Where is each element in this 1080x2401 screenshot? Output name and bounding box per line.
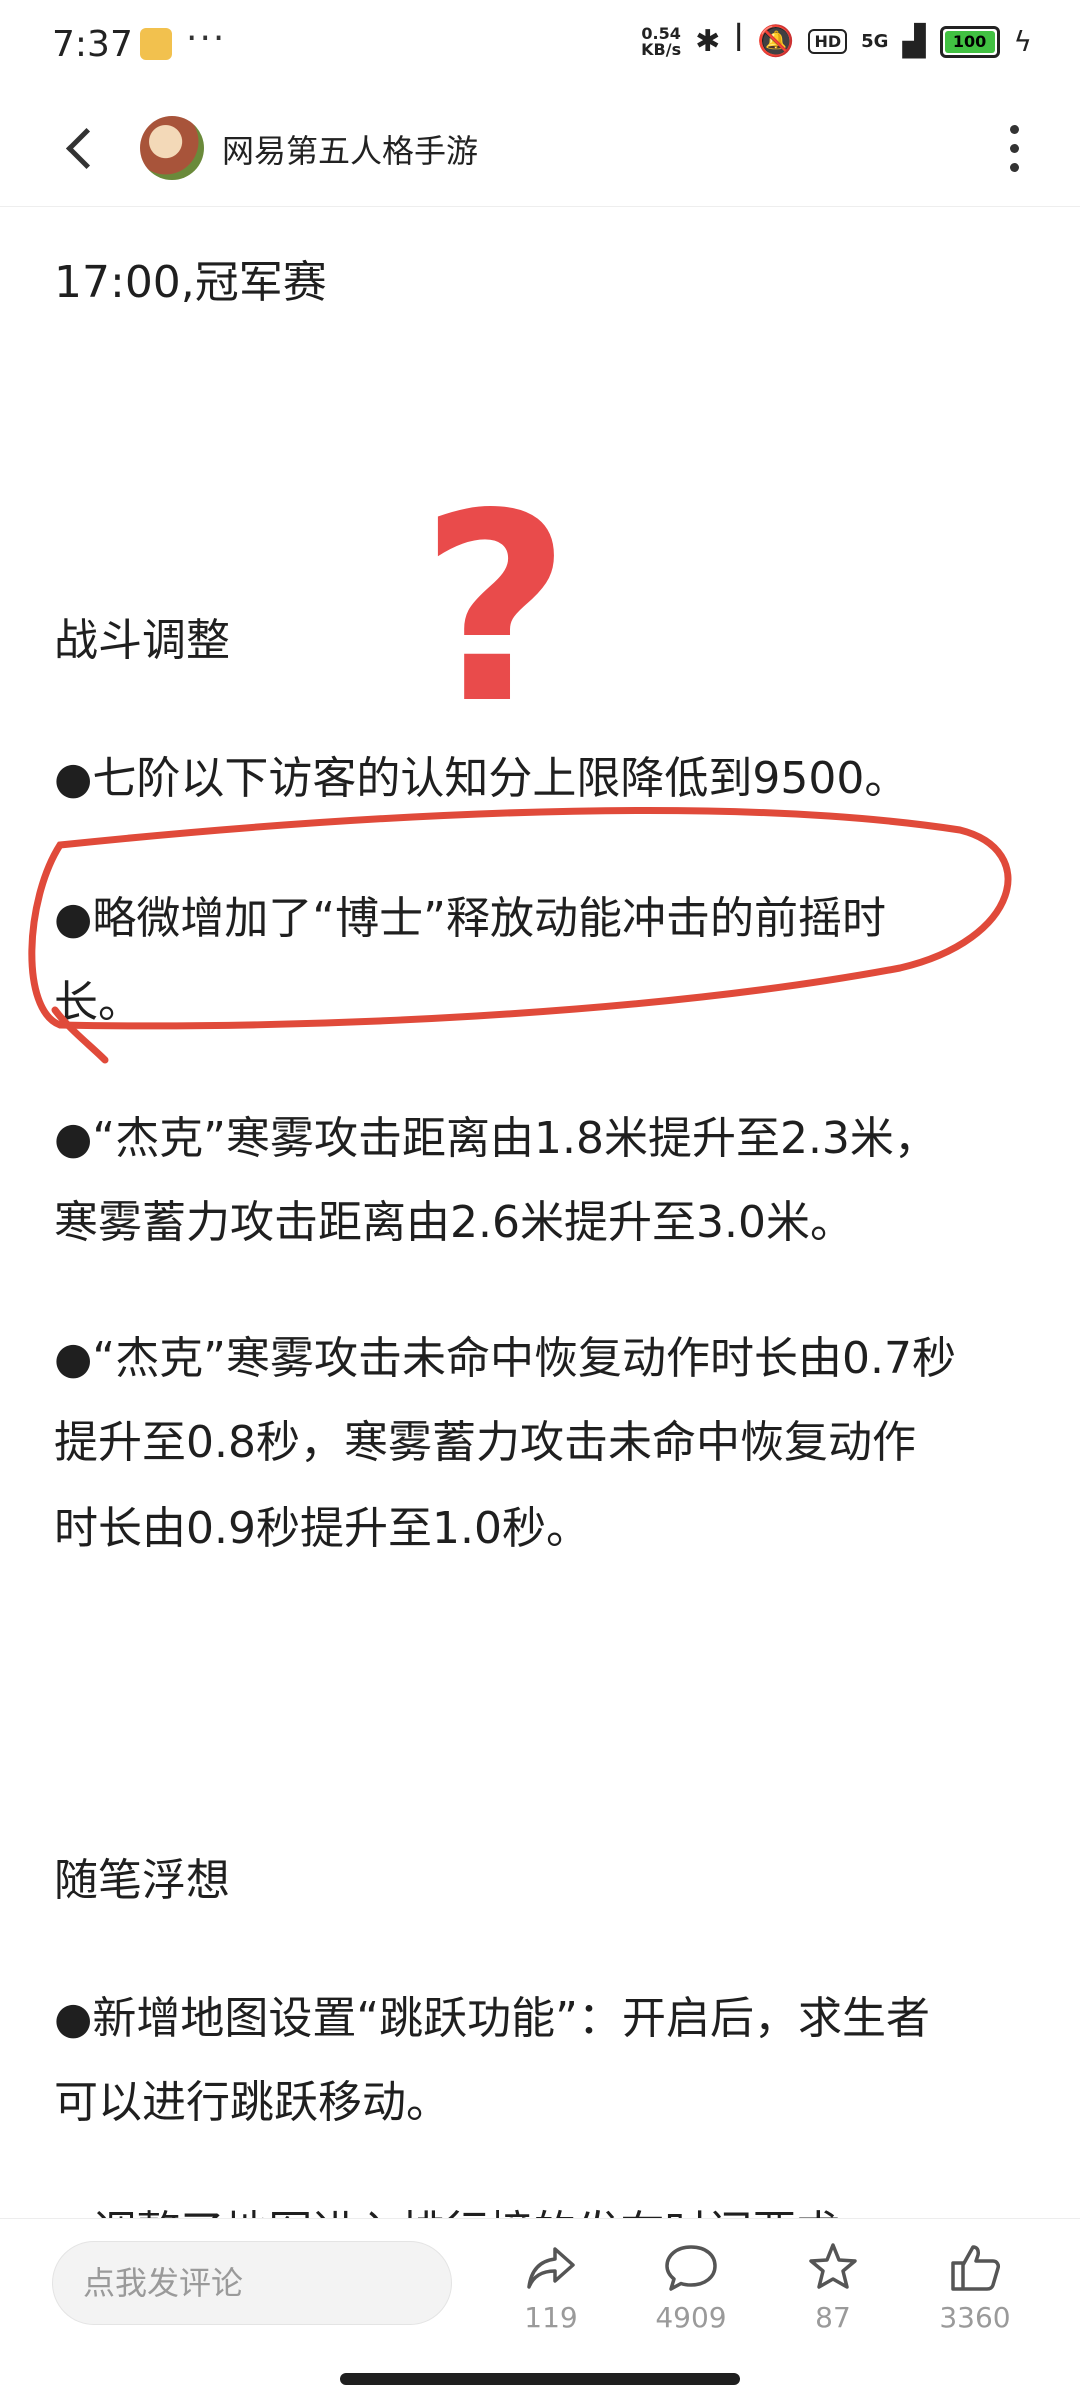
more-options-button[interactable] <box>984 118 1044 178</box>
comment-input[interactable]: 点我发评论 <box>52 2241 452 2325</box>
article-item-3-line1: ●“杰克”寒雾攻击距离由1.8米提升至2.3米， <box>54 1113 938 1164</box>
status-icons: 0.54 KB/s ✱ ꟾ 🔕 HD 5G ▟ 100 ϟ <box>641 24 1032 59</box>
bluetooth-icon: ✱ <box>695 24 721 59</box>
article-item-3-line2: 寒雾蓄力攻击距离由2.6米提升至3.0米。 <box>54 1197 854 1248</box>
like-count: 3360 <box>939 2301 1011 2334</box>
network-speed-unit: KB/s <box>641 39 682 59</box>
article-time-line: 17:00,冠军赛 <box>54 257 327 308</box>
favorite-count: 87 <box>815 2301 851 2334</box>
network-type: 5G <box>861 31 889 52</box>
status-bar: 7:37 ··· 0.54 KB/s ✱ ꟾ 🔕 HD 5G ▟ 100 ϟ <box>0 0 1080 96</box>
article-item-4-line3: 时长由0.9秒提升至1.0秒。 <box>54 1503 590 1554</box>
notes-app-icon <box>140 28 172 60</box>
article-item-5-line1: ●新增地图设置“跳跃功能”：开启后，求生者 <box>54 1993 930 2044</box>
battery-level: 100 <box>952 32 987 51</box>
battery-icon: 100 <box>939 25 1000 58</box>
network-speed: 0.54 KB/s <box>641 25 682 59</box>
more-notifications-icon: ··· <box>186 18 227 59</box>
bottom-action-bar: 点我发评论 119 4909 87 3360 <box>0 2218 1080 2401</box>
red-circle-annotation <box>28 807 1012 1064</box>
share-icon <box>527 2247 575 2289</box>
article-item-4-line2: 提升至0.8秒，寒雾蓄力攻击未命中恢复动作 <box>54 1417 916 1468</box>
status-time: 7:37 <box>52 24 133 65</box>
earbuds-icon: ꟾ <box>734 24 744 59</box>
article-item-5-line2: 可以进行跳跃移动。 <box>54 2077 450 2128</box>
share-button[interactable]: 119 <box>496 2239 606 2334</box>
section-title-combat: 战斗调整 <box>54 615 230 666</box>
signal-strength-icon: ▟ <box>902 24 926 59</box>
mute-bell-icon: 🔕 <box>757 24 795 59</box>
share-count: 119 <box>524 2301 578 2334</box>
section-title-notes: 随笔浮想 <box>54 1855 230 1906</box>
comment-icon <box>665 2245 717 2291</box>
charging-icon: ϟ <box>1013 25 1032 58</box>
comment-count: 4909 <box>655 2301 727 2334</box>
star-icon <box>809 2243 857 2289</box>
channel-avatar[interactable] <box>140 116 204 180</box>
hd-voice-badge: HD <box>808 29 848 54</box>
thumbs-up-icon <box>951 2245 1000 2291</box>
comments-button[interactable]: 4909 <box>636 2239 746 2334</box>
favorite-button[interactable]: 87 <box>778 2239 888 2334</box>
back-button[interactable] <box>56 118 116 178</box>
article-item-4-line1: ●“杰克”寒雾攻击未命中恢复动作时长由0.7秒 <box>54 1333 956 1384</box>
question-mark-annotation: ? <box>420 459 571 761</box>
app-header: 网易第五人格手游 <box>0 96 1080 207</box>
channel-title[interactable]: 网易第五人格手游 <box>222 126 478 172</box>
like-button[interactable]: 3360 <box>920 2239 1030 2334</box>
home-indicator[interactable] <box>340 2373 740 2385</box>
